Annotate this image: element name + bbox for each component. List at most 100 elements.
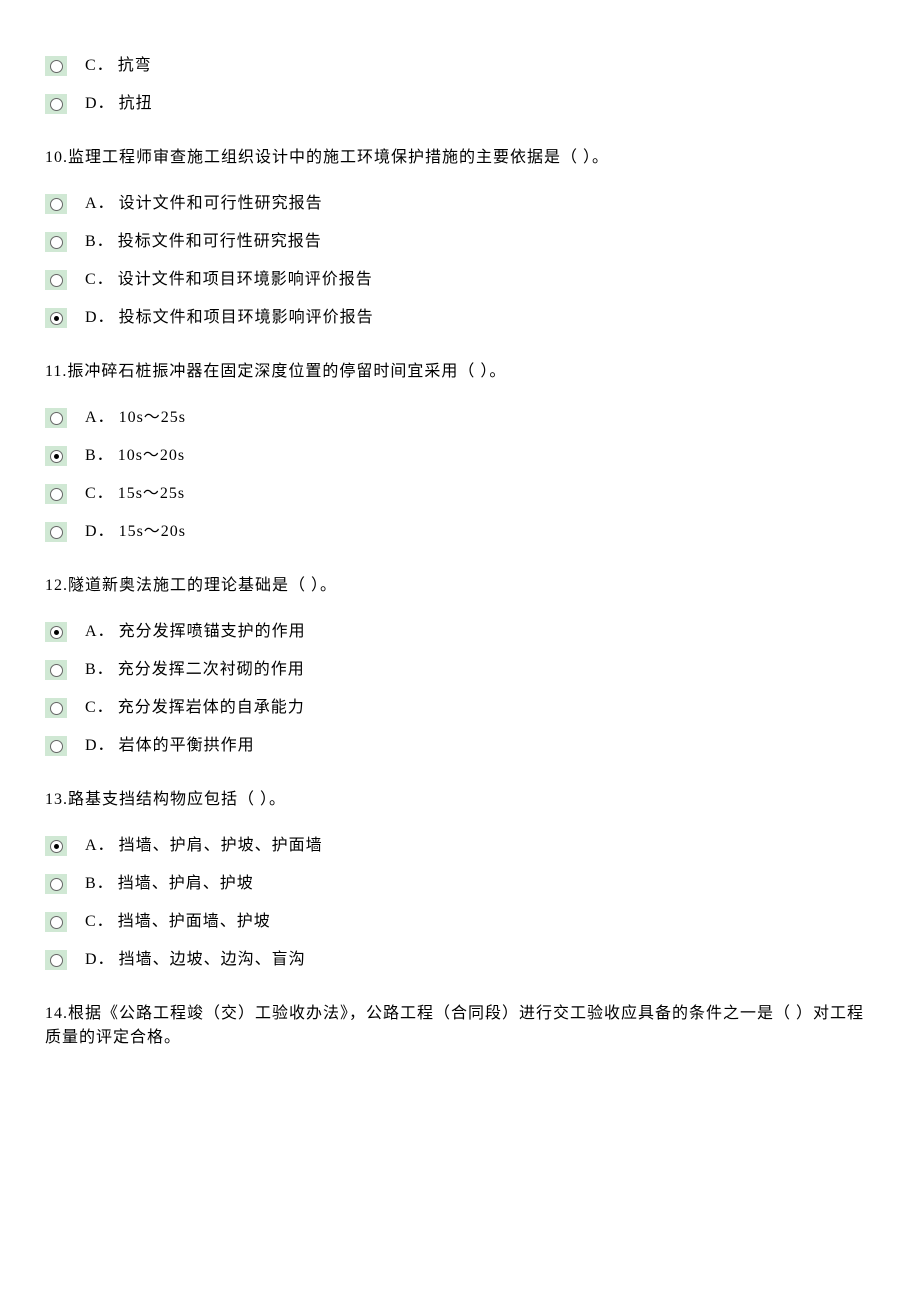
option-value: 充分发挥喷锚支护的作用 [119,623,306,640]
radio-button[interactable] [45,622,67,642]
option-value: 10s～20s [118,447,185,464]
radio-circle-icon [50,450,63,463]
radio-circle-icon [50,274,63,287]
option-text: B．充分发挥二次衬砌的作用 [85,658,305,682]
option-value: 挡墙、护面墙、护坡 [118,913,271,930]
radio-button[interactable] [45,484,67,504]
radio-button[interactable] [45,94,67,114]
radio-button[interactable] [45,660,67,680]
option-row: A．挡墙、护肩、护坡、护面墙 [45,834,875,858]
radio-button[interactable] [45,874,67,894]
option-label: A． [85,409,115,426]
q10-options: A．设计文件和可行性研究报告 B．投标文件和可行性研究报告 C．设计文件和项目环… [45,192,875,330]
radio-circle-icon [50,198,63,211]
option-row: D．挡墙、边坡、边沟、盲沟 [45,948,875,972]
question-14: 14.根据《公路工程竣（交）工验收办法》，公路工程（合同段）进行交工验收应具备的… [45,1002,875,1050]
option-label: A． [85,837,115,854]
radio-button[interactable] [45,698,67,718]
radio-circle-icon [50,60,63,73]
radio-dot-icon [54,630,59,635]
option-row: D．抗扭 [45,92,875,116]
option-value: 设计文件和项目环境影响评价报告 [118,271,373,288]
option-text: A．挡墙、护肩、护坡、护面墙 [85,834,323,858]
option-value: 挡墙、护肩、护坡 [118,875,254,892]
radio-circle-icon [50,702,63,715]
option-value: 投标文件和可行性研究报告 [118,233,322,250]
option-label: B． [85,447,114,464]
radio-button[interactable] [45,56,67,76]
question-10: 10.监理工程师审查施工组织设计中的施工环境保护措施的主要依据是（ ）。 [45,146,875,170]
radio-button[interactable] [45,522,67,542]
q11-options: A．10s～25s B．10s～20s C．15s～25s D．15s～20s [45,406,875,544]
option-text: C．15s～25s [85,482,185,506]
radio-circle-icon [50,878,63,891]
option-label: B． [85,233,114,250]
option-value: 设计文件和可行性研究报告 [119,195,323,212]
radio-button[interactable] [45,912,67,932]
option-text: C．挡墙、护面墙、护坡 [85,910,271,934]
option-row: D．岩体的平衡拱作用 [45,734,875,758]
radio-button[interactable] [45,232,67,252]
option-row: A．10s～25s [45,406,875,430]
option-label: B． [85,875,114,892]
option-value: 投标文件和项目环境影响评价报告 [119,309,374,326]
option-row: D．15s～20s [45,520,875,544]
option-label: A． [85,195,115,212]
option-label: D． [85,95,115,112]
radio-button[interactable] [45,270,67,290]
radio-button[interactable] [45,194,67,214]
option-label: B． [85,661,114,678]
radio-button[interactable] [45,446,67,466]
option-label: D． [85,951,115,968]
radio-button[interactable] [45,736,67,756]
option-row: B．投标文件和可行性研究报告 [45,230,875,254]
option-label: D． [85,737,115,754]
option-label: D． [85,523,115,540]
option-value: 15s～20s [119,523,186,540]
option-text: B．10s～20s [85,444,185,468]
option-row: C．充分发挥岩体的自承能力 [45,696,875,720]
question-11: 11.振冲碎石桩振冲器在固定深度位置的停留时间宜采用（ ）。 [45,360,875,384]
option-value: 抗扭 [119,95,153,112]
option-text: D．投标文件和项目环境影响评价报告 [85,306,374,330]
option-row: C．挡墙、护面墙、护坡 [45,910,875,934]
radio-circle-icon [50,98,63,111]
radio-dot-icon [54,316,59,321]
option-text: C．设计文件和项目环境影响评价报告 [85,268,373,292]
option-row: C．抗弯 [45,54,875,78]
option-text: B．挡墙、护肩、护坡 [85,872,254,896]
option-value: 抗弯 [118,57,152,74]
option-label: C． [85,57,114,74]
radio-circle-icon [50,664,63,677]
option-label: C． [85,271,114,288]
question-12: 12.隧道新奥法施工的理论基础是（ ）。 [45,574,875,598]
option-value: 充分发挥岩体的自承能力 [118,699,305,716]
option-text: C．抗弯 [85,54,152,78]
radio-circle-icon [50,740,63,753]
option-row: C．15s～25s [45,482,875,506]
radio-circle-icon [50,488,63,501]
radio-button[interactable] [45,408,67,428]
q9-options: C．抗弯 D．抗扭 [45,54,875,116]
radio-button[interactable] [45,836,67,856]
option-text: A．设计文件和可行性研究报告 [85,192,323,216]
radio-button[interactable] [45,950,67,970]
radio-circle-icon [50,840,63,853]
q13-options: A．挡墙、护肩、护坡、护面墙 B．挡墙、护肩、护坡 C．挡墙、护面墙、护坡 D．… [45,834,875,972]
option-row: D．投标文件和项目环境影响评价报告 [45,306,875,330]
option-value: 10s～25s [119,409,186,426]
option-label: D． [85,309,115,326]
radio-circle-icon [50,916,63,929]
option-text: C．充分发挥岩体的自承能力 [85,696,305,720]
option-value: 挡墙、护肩、护坡、护面墙 [119,837,323,854]
radio-dot-icon [54,844,59,849]
option-label: A． [85,623,115,640]
option-text: D．15s～20s [85,520,186,544]
option-value: 挡墙、边坡、边沟、盲沟 [119,951,306,968]
radio-button[interactable] [45,308,67,328]
option-row: A．充分发挥喷锚支护的作用 [45,620,875,644]
option-text: B．投标文件和可行性研究报告 [85,230,322,254]
option-value: 岩体的平衡拱作用 [119,737,255,754]
option-text: D．岩体的平衡拱作用 [85,734,255,758]
option-row: B．挡墙、护肩、护坡 [45,872,875,896]
